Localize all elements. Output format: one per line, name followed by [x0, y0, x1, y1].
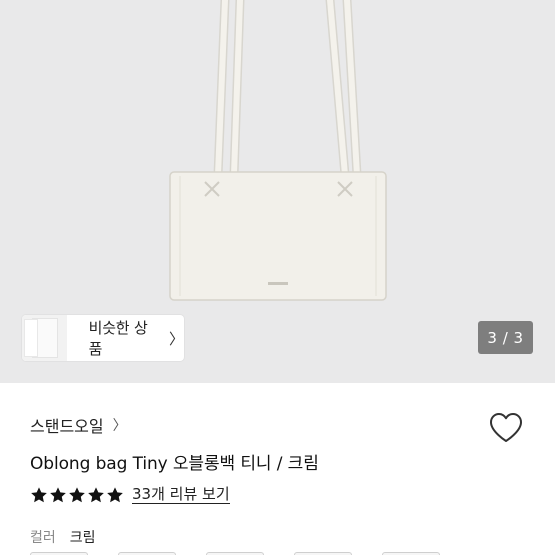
similar-products-label: 비슷한 상품: [88, 319, 148, 358]
brand-link[interactable]: 스탠드오일 〉: [30, 413, 127, 437]
brand-name: 스탠드오일: [30, 417, 104, 436]
star-rating: [30, 486, 124, 504]
review-link[interactable]: 33개 리뷰 보기: [132, 486, 230, 504]
product-title: Oblong bag Tiny 오블롱백 티니 / 크림: [30, 454, 319, 474]
star-icon: [107, 487, 123, 503]
chevron-right-icon: 〉: [168, 329, 184, 348]
chevron-right-icon: 〉: [112, 418, 127, 434]
rating-row: 33개 리뷰 보기: [30, 486, 230, 504]
similar-products-button[interactable]: 비슷한 상품 〉: [22, 315, 184, 361]
star-icon: [88, 487, 104, 503]
similar-product-thumbnail: [22, 315, 67, 361]
star-icon: [50, 487, 66, 503]
color-label: 컬러: [30, 530, 56, 546]
heart-icon[interactable]: [488, 410, 524, 446]
color-option-row: 컬러 크림: [30, 527, 96, 547]
star-icon: [31, 487, 47, 503]
star-icon: [69, 487, 85, 503]
product-image-carousel[interactable]: 비슷한 상품 〉 3 / 3: [0, 0, 555, 383]
color-value: 크림: [69, 530, 96, 546]
image-page-counter: 3 / 3: [478, 321, 533, 354]
